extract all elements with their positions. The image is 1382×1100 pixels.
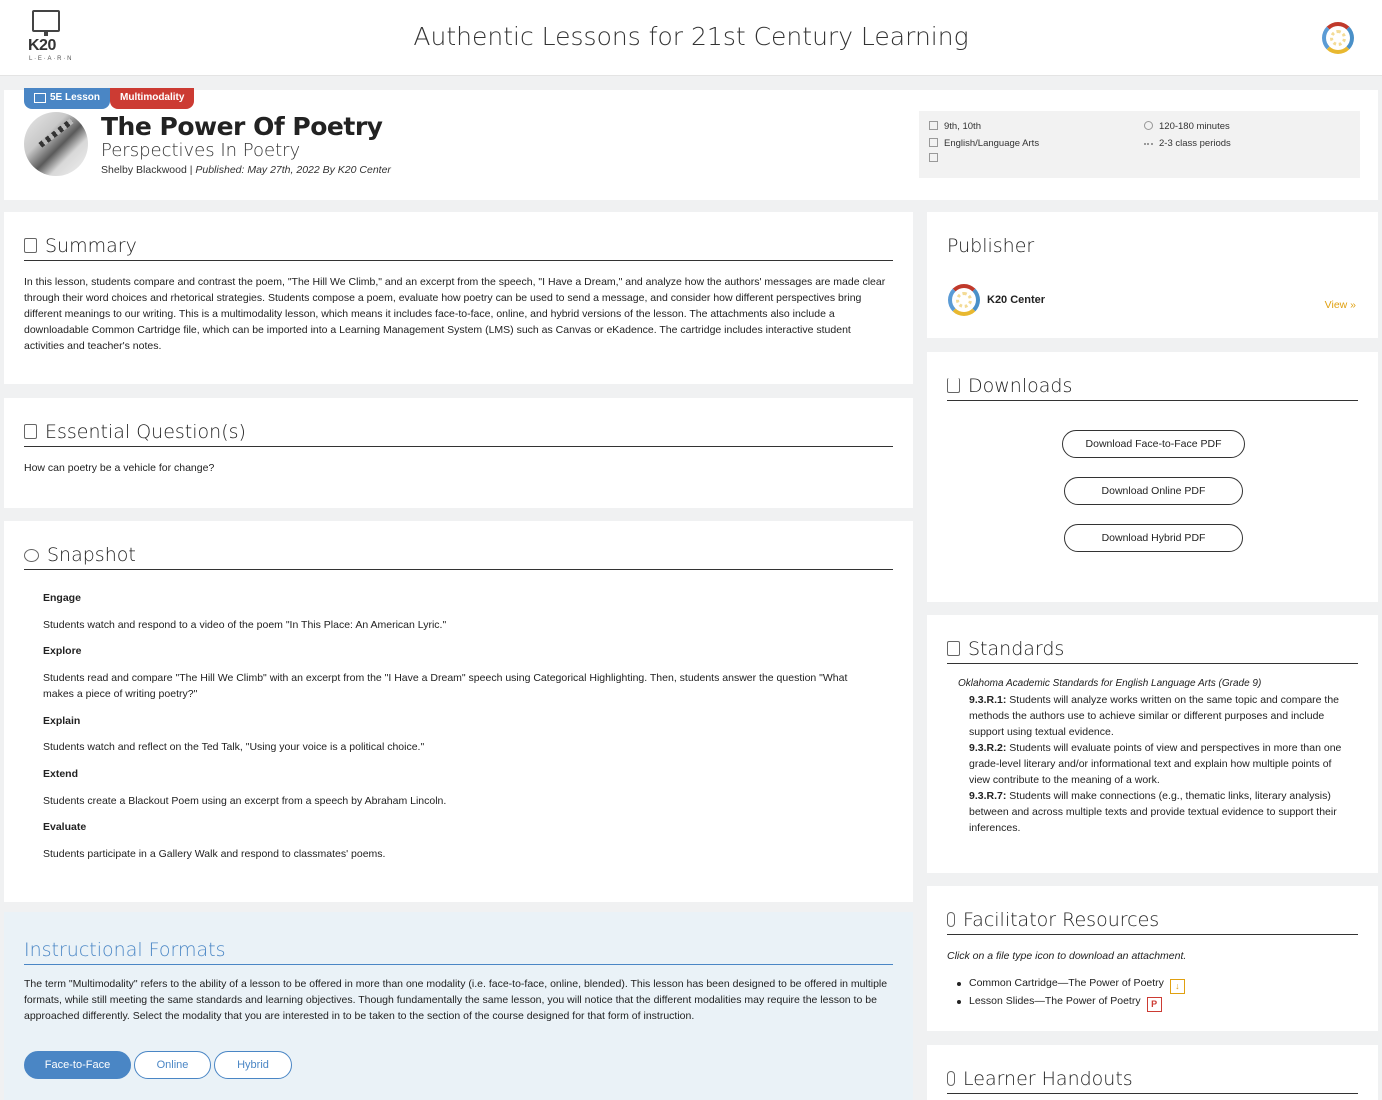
dots-icon (1144, 143, 1153, 147)
paperclip-icon (947, 912, 955, 927)
powerpoint-file-icon[interactable]: P (1146, 997, 1162, 1012)
school-icon (929, 121, 938, 130)
standard-item: 9.3.R.2: Students will evaluate points o… (969, 742, 1342, 786)
phase-text: Students participate in a Gallery Walk a… (43, 848, 386, 860)
publisher-name: K20 Center (987, 294, 1046, 306)
facilitator-resources-card: Facilitator Resources Click on a file ty… (927, 886, 1378, 1031)
publisher-heading: Publisher (947, 235, 1035, 257)
k20-ring-icon[interactable] (1322, 22, 1354, 54)
facilitator-heading: Facilitator Resources (947, 909, 1358, 935)
phase-title: Explore (43, 645, 82, 657)
phase-title: Explain (43, 715, 81, 727)
essential-text: How can poetry be a vehicle for change? (24, 462, 215, 474)
k20-ring-icon (948, 284, 980, 316)
downloads-card: Downloads Download Face-to-Face PDF Down… (927, 352, 1378, 602)
lesson-subtitle: Perspectives In Poetry (101, 140, 301, 161)
standard-item: 9.3.R.1: Students will analyze works wri… (969, 694, 1340, 738)
formats-heading: Instructional Formats (24, 939, 893, 965)
learner-heading: Learner Handouts (947, 1068, 1358, 1094)
document-icon (24, 424, 37, 439)
phase-text: Students read and compare "The Hill We C… (43, 672, 848, 700)
lesson-byline: Shelby Blackwood | Published: May 27th, … (101, 164, 391, 176)
author-name[interactable]: Shelby Blackwood (101, 164, 187, 176)
meta-periods: 2-3 class periods (1144, 138, 1231, 149)
clipboard-icon (947, 641, 960, 656)
site-title: Authentic Lessons for 21st Century Learn… (413, 22, 969, 51)
meta-grades: 9th, 10th (929, 121, 981, 132)
download-face-to-face-pdf[interactable]: Download Face-to-Face PDF (1062, 430, 1245, 458)
meta-extra (929, 153, 944, 164)
meta-duration: 120-180 minutes (1144, 121, 1230, 132)
phase-title: Engage (43, 592, 81, 604)
standards-card: Standards Oklahoma Academic Standards fo… (927, 615, 1378, 873)
essential-question-card: Essential Question(s) How can poetry be … (4, 398, 913, 508)
learner-handouts-card: Learner Handouts (927, 1045, 1378, 1100)
top-bar: K20 L·E·A·R·N Authentic Lessons for 21st… (0, 0, 1382, 76)
face-to-face-button[interactable]: Face-to-Face (24, 1051, 131, 1079)
document-icon (24, 238, 37, 253)
publisher-card: Publisher K20 Center View » (927, 212, 1378, 338)
lens-icon (24, 549, 39, 562)
standards-heading: Standards (947, 638, 1358, 664)
download-online-pdf[interactable]: Download Online PDF (1064, 477, 1243, 505)
badge-multimodality: Multimodality (110, 88, 195, 109)
summary-text: In this lesson, students compare and con… (24, 276, 886, 352)
cartridge-file-icon[interactable]: ↓ (1169, 979, 1185, 994)
online-button[interactable]: Online (134, 1051, 211, 1079)
resource-item: Lesson Slides—The Power of Poetry P (957, 995, 1162, 1012)
phase-text: Students create a Blackout Poem using an… (43, 795, 447, 807)
summary-heading: Summary (24, 235, 893, 261)
published-info: Published: May 27th, 2022 By K20 Center (195, 164, 391, 176)
instructional-formats-card: Instructional Formats The term "Multimod… (4, 912, 913, 1100)
download-icon (947, 378, 960, 393)
badge-5e-lesson: 5E Lesson (24, 88, 111, 109)
meta-subject: English/Language Arts (929, 138, 1039, 149)
phase-title: Evaluate (43, 821, 87, 833)
lesson-title: The Power Of Poetry (101, 112, 383, 141)
resource-item: Common Cartridge—The Power of Poetry ↓ (957, 977, 1185, 994)
phase-text: Students watch and respond to a video of… (43, 619, 447, 631)
formats-text: The term "Multimodality" refers to the a… (24, 978, 888, 1022)
logo-subtext: L·E·A·R·N (29, 56, 74, 62)
phase-text: Students watch and reflect on the Ted Ta… (43, 741, 425, 753)
monitor-icon (929, 138, 938, 147)
phase-title: Extend (43, 768, 79, 780)
downloads-heading: Downloads (947, 375, 1358, 401)
summary-card: Summary In this lesson, students compare… (4, 212, 913, 384)
lesson-header: 5E Lesson Multimodality The Power Of Poe… (4, 88, 1378, 200)
clock-icon (1144, 121, 1153, 130)
standards-source: Oklahoma Academic Standards for English … (958, 678, 1262, 689)
facilitator-note: Click on a file type icon to download an… (947, 950, 1187, 962)
snapshot-card: Snapshot Engage Students watch and respo… (4, 521, 913, 902)
publisher-view-link[interactable]: View » (1325, 299, 1356, 311)
paperclip-icon (947, 1071, 955, 1086)
lesson-thumbnail (24, 112, 88, 176)
lesson-meta: 9th, 10th English/Language Arts 120-180 … (919, 111, 1360, 178)
standard-item: 9.3.R.7: Students will make connections … (969, 790, 1337, 834)
download-hybrid-pdf[interactable]: Download Hybrid PDF (1064, 524, 1243, 552)
book-icon (929, 153, 938, 162)
hybrid-button[interactable]: Hybrid (214, 1051, 292, 1079)
snapshot-heading: Snapshot (24, 544, 893, 570)
essential-heading: Essential Question(s) (24, 421, 893, 447)
